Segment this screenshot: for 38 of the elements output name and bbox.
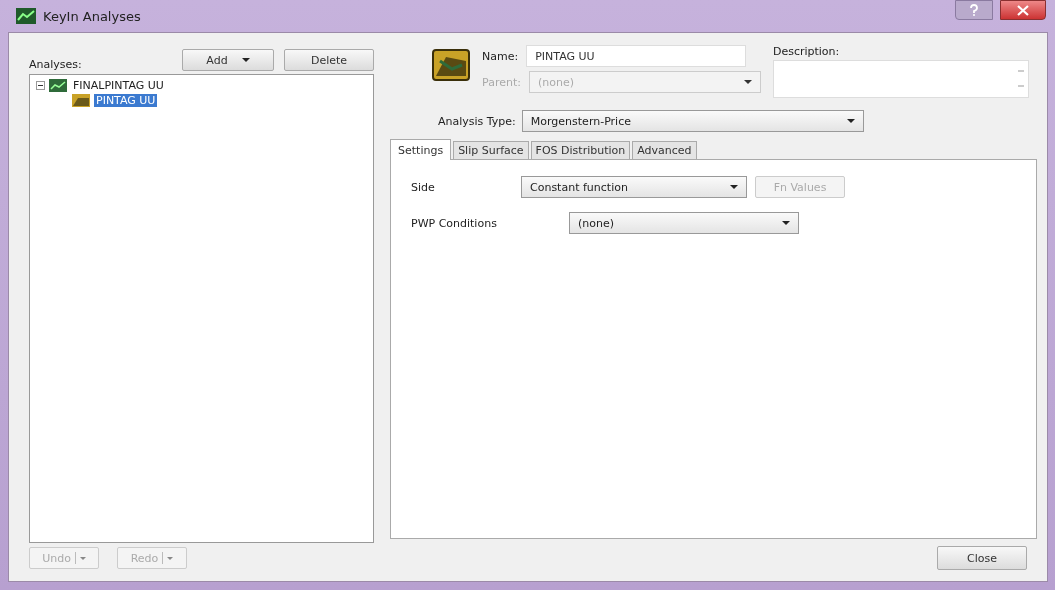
app-icon bbox=[16, 8, 36, 24]
caret-icon bbox=[79, 556, 86, 560]
slope-icon bbox=[72, 94, 90, 107]
name-label: Name: bbox=[482, 49, 519, 63]
close-icon bbox=[1017, 4, 1029, 16]
analyses-label: Analyses: bbox=[29, 58, 82, 71]
list-button[interactable]: Add bbox=[182, 49, 274, 71]
setting-dropdown[interactable]: (none) bbox=[569, 212, 799, 234]
analysis-type-dropdown[interactable]: Morgenstern-Price bbox=[521, 110, 864, 132]
caret-icon bbox=[730, 185, 738, 189]
caret-icon bbox=[743, 80, 752, 84]
name-field[interactable]: PINTAG UU bbox=[526, 45, 747, 67]
tree-item[interactable]: FINALPINTAG UU bbox=[71, 79, 166, 92]
tab[interactable]: Advanced bbox=[632, 141, 697, 159]
setting-label: Side bbox=[411, 180, 436, 194]
tab[interactable]: Slip Surface bbox=[453, 141, 529, 159]
caret-icon bbox=[167, 556, 174, 560]
caret-icon bbox=[846, 119, 855, 123]
window-title: KeyIn Analyses bbox=[43, 8, 141, 24]
tree-item[interactable]: PINTAG UU bbox=[94, 94, 158, 107]
help-icon bbox=[969, 4, 979, 16]
setting-dropdown[interactable]: Constant function bbox=[521, 176, 747, 198]
analysis-type-label: Analysis Type: bbox=[438, 114, 516, 128]
description-label: Description: bbox=[772, 45, 841, 58]
collapse-icon[interactable] bbox=[36, 81, 45, 90]
help-button[interactable] bbox=[955, 0, 993, 20]
description-field[interactable] bbox=[772, 60, 1029, 98]
setting-label: PWP Conditions bbox=[411, 216, 498, 230]
chart-icon bbox=[49, 79, 67, 92]
tab[interactable]: FOS Distribution bbox=[530, 141, 631, 159]
caret-icon bbox=[782, 221, 790, 225]
parent-label: Parent: bbox=[482, 75, 521, 89]
close-button[interactable] bbox=[1000, 0, 1046, 20]
tab[interactable]: Settings bbox=[390, 139, 452, 160]
close-dialog-button[interactable]: Close bbox=[937, 546, 1027, 570]
list-button[interactable]: Delete bbox=[284, 49, 374, 71]
caret-icon bbox=[241, 58, 250, 62]
slope-icon bbox=[432, 49, 470, 81]
